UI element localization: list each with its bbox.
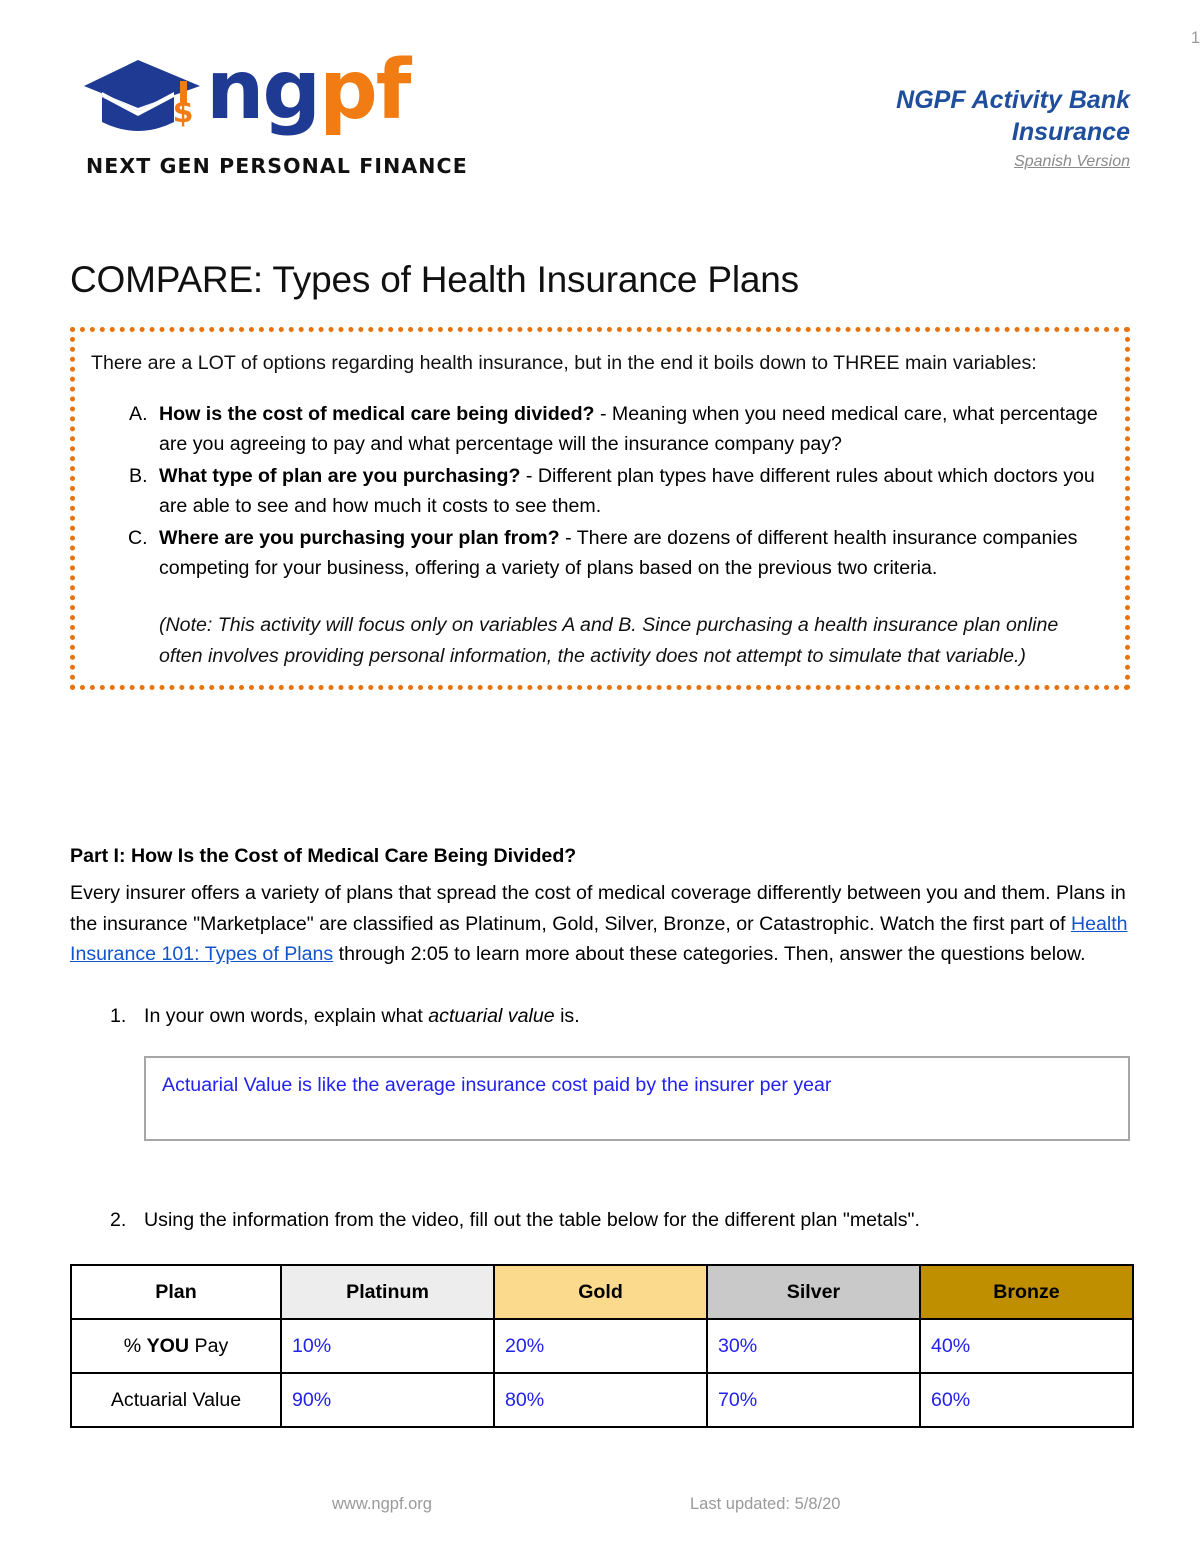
row-label-suffix-0: Pay [189,1334,229,1357]
page-footer: www.ngpf.org Last updated: 5/8/20 [70,1495,1130,1535]
table-row: Actuarial Value 90% 80% 70% 60% [70,1372,1134,1428]
ngpf-wordmark: ngpf [206,50,411,132]
page-title: COMPARE: Types of Health Insurance Plans [70,259,799,300]
table-header-bronze: Bronze [919,1264,1134,1320]
cell-you-pay-bronze[interactable]: 40% [919,1318,1134,1374]
cell-you-pay-platinum[interactable]: 10% [280,1318,495,1374]
answer-text-question-1[interactable]: Actuarial Value is like the average insu… [162,1072,1112,1099]
footer-last-updated: Last updated: 5/8/20 [690,1495,841,1513]
question-1-text-b: is. [554,1005,580,1027]
header-right-block: NGPF Activity Bank Insurance Spanish Ver… [896,84,1130,172]
page-number: 1 [1190,29,1200,47]
plan-metals-table: Plan Platinum Gold Silver Bronze % YOU P… [70,1264,1134,1428]
table-header: Plan Platinum Gold Silver Bronze [70,1264,1134,1320]
intro-item-bold-2: Where are you purchasing your plan from? [159,526,560,549]
intro-item-bold-1: What type of plan are you purchasing? [159,464,521,487]
activity-bank-line1: NGPF Activity Bank [896,86,1130,114]
answer-box-question-1[interactable]: Actuarial Value is like the average insu… [144,1056,1130,1141]
question-2-number: 2. [110,1209,127,1231]
wordmark-ng: ng [206,43,321,138]
row-label-prefix-1: Actuarial Value [110,1388,242,1411]
list-item: What type of plan are you purchasing? - … [153,461,1107,522]
wordmark-pf: pf [319,43,411,138]
question-2: 2. Using the information from the video, … [110,1206,1140,1235]
activity-bank-line2: Insurance [1011,118,1130,146]
table-row: % YOU Pay 10% 20% 30% 40% [70,1318,1134,1374]
row-label-actuarial-value: Actuarial Value [70,1372,282,1428]
logo-tagline: NEXT GEN PERSONAL FINANCE [86,154,468,178]
intro-callout-box: There are a LOT of options regarding hea… [70,327,1130,691]
question-2-text: Using the information from the video, fi… [144,1209,920,1231]
list-item: How is the cost of medical care being di… [153,399,1107,460]
question-1-text-a: In your own words, explain what [144,1005,429,1027]
document-page: $ ngpf NEXT GEN PERSONAL FINANCE NGPF Ac… [0,0,1200,1553]
cell-actuarial-gold[interactable]: 80% [493,1372,708,1428]
table-header-plan: Plan [70,1264,282,1320]
question-1-number: 1. [110,1005,127,1027]
row-label-bold-0: YOU [146,1334,190,1357]
cell-actuarial-platinum[interactable]: 90% [280,1372,495,1428]
svg-text:$: $ [173,95,194,130]
graduation-cap-icon: $ [84,60,200,131]
row-label-you-pay: % YOU Pay [70,1318,282,1374]
row-label-prefix-0: % [123,1334,147,1357]
intro-lead-text: There are a LOT of options regarding hea… [91,352,1037,374]
table-header-gold: Gold [493,1264,708,1320]
cell-you-pay-gold[interactable]: 20% [493,1318,708,1374]
page-header: $ ngpf NEXT GEN PERSONAL FINANCE NGPF Ac… [70,46,1130,196]
intro-variable-list: How is the cost of medical care being di… [91,399,1107,584]
table-header-row: Plan Platinum Gold Silver Bronze [70,1264,1134,1320]
table-header-platinum: Platinum [280,1264,495,1320]
part1-text-after-link: through 2:05 to learn more about these c… [333,943,1086,966]
cell-actuarial-silver[interactable]: 70% [706,1372,921,1428]
intro-item-bold-0: How is the cost of medical care being di… [159,402,595,425]
spanish-version-link[interactable]: Spanish Version [896,152,1130,172]
table-body: % YOU Pay 10% 20% 30% 40% Actuarial Valu… [70,1318,1134,1428]
cell-actuarial-bronze[interactable]: 60% [919,1372,1134,1428]
cell-you-pay-silver[interactable]: 30% [706,1318,921,1374]
table-header-silver: Silver [706,1264,921,1320]
part1-text-before-link: Every insurer offers a variety of plans … [70,882,1126,935]
question-1-italic-term: actuarial value [428,1005,555,1027]
intro-note-text: (Note: This activity will focus only on … [159,613,1059,667]
list-item: Where are you purchasing your plan from?… [153,523,1107,584]
logo-row: $ ngpf [82,46,502,142]
ngpf-logo: $ ngpf NEXT GEN PERSONAL FINANCE [82,46,502,178]
footer-site: www.ngpf.org [332,1495,432,1513]
question-1: 1. In your own words, explain what actuar… [110,1002,1130,1031]
part1-heading: Part I: How Is the Cost of Medical Care … [70,845,577,867]
part1-body: Every insurer offers a variety of plans … [70,878,1132,970]
